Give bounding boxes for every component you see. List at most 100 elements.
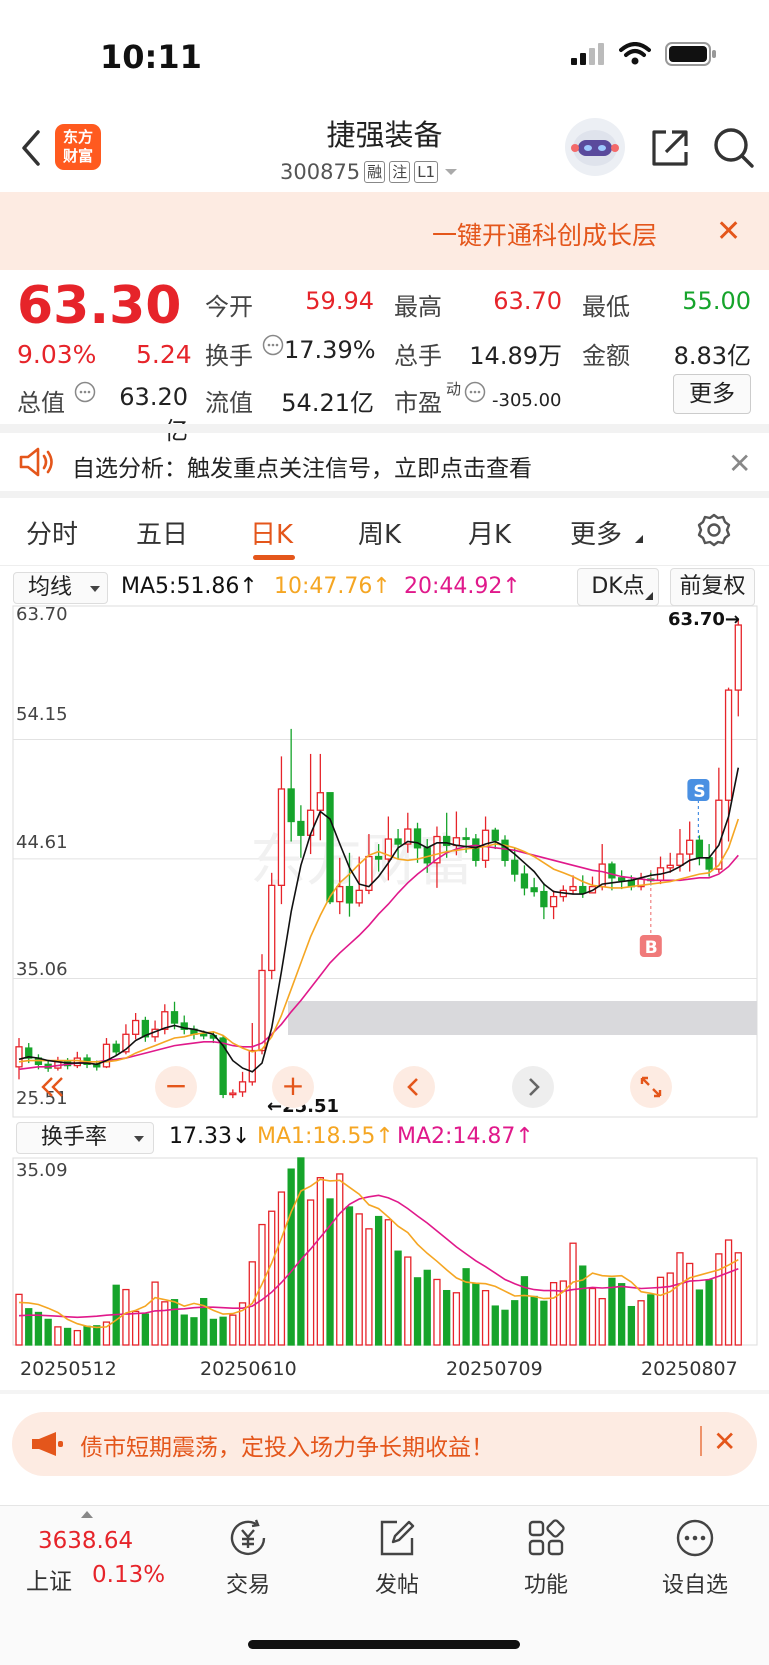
close-icon[interactable]: ✕ xyxy=(728,447,751,480)
stock-code: 300875 xyxy=(280,160,361,184)
candle-body-up xyxy=(569,885,577,892)
turnover-bar xyxy=(666,1272,674,1346)
status-icons xyxy=(571,42,717,66)
divider xyxy=(700,1426,702,1456)
turnover-bar xyxy=(413,1277,422,1346)
nav-trade[interactable]: 交易 xyxy=(193,1515,303,1599)
candle-body-down xyxy=(297,820,305,836)
candle xyxy=(229,1089,237,1099)
turnover-bar xyxy=(83,1325,91,1346)
candle-body-down xyxy=(472,838,480,861)
more-button[interactable]: 更多 xyxy=(673,374,751,414)
edit-icon xyxy=(380,1520,415,1556)
turnover-bar xyxy=(452,1292,461,1346)
candle xyxy=(287,728,295,842)
dk-point-button[interactable]: DK点 xyxy=(577,568,659,606)
share-icon[interactable] xyxy=(650,128,690,168)
mktcap-label: 总值 xyxy=(17,389,65,417)
caret-down-icon xyxy=(134,1136,144,1142)
double-chevron-left-icon[interactable] xyxy=(40,1076,66,1098)
turnover-bar xyxy=(287,1168,295,1346)
search-icon[interactable] xyxy=(712,126,756,170)
indicator-select[interactable]: 均线 xyxy=(13,572,108,604)
turnover-bar xyxy=(686,1262,694,1346)
promo-banner-text[interactable]: 一键开通科创成长层 xyxy=(432,216,692,252)
candle-body-down xyxy=(501,839,509,861)
chevron-left-icon xyxy=(407,1078,418,1096)
close-icon[interactable]: ✕ xyxy=(716,214,741,249)
candle xyxy=(258,954,266,1055)
amount-label: 金额 xyxy=(582,342,630,370)
forward-adjust-button[interactable]: 前复权 xyxy=(670,568,755,606)
info-icon[interactable] xyxy=(464,381,486,403)
nav-add-watchlist[interactable]: 设自选 xyxy=(640,1515,750,1599)
candle-body-down xyxy=(520,873,529,889)
float-value: 54.21亿 xyxy=(281,389,374,417)
turnover-bar xyxy=(511,1300,519,1346)
index-value[interactable]: 3638.64 xyxy=(38,1528,133,1554)
battery-icon xyxy=(665,42,716,66)
turnover-ma1-legend: MA1:18.55↑ xyxy=(257,1124,394,1149)
turnover-bar xyxy=(151,1281,159,1346)
tab-more[interactable]: 更多 xyxy=(570,514,622,551)
assistant-robot-icon[interactable] xyxy=(565,118,625,176)
divider xyxy=(0,565,769,566)
analysis-banner-text[interactable]: 自选分析：触发重点关注信号，立即点击查看 xyxy=(72,449,532,483)
candle-body-up xyxy=(355,889,363,904)
grid-icon xyxy=(528,1519,565,1556)
open-label: 今开 xyxy=(205,293,253,321)
candle xyxy=(316,753,324,841)
candle-body-down xyxy=(540,890,548,908)
sub-indicator-select[interactable]: 换手率 xyxy=(16,1122,154,1154)
scroll-left-button[interactable] xyxy=(393,1066,435,1108)
tab-five-day[interactable]: 五日 xyxy=(136,514,188,551)
candle-body-down xyxy=(287,788,295,823)
zoom-out-button[interactable]: − xyxy=(155,1066,197,1108)
kline-chart[interactable]: 东方财富63.7054.1544.6135.0625.5163.70→←25.5… xyxy=(0,604,769,1394)
caret-down-icon xyxy=(90,586,100,592)
turnover-bar xyxy=(219,1316,227,1346)
candle-body-up xyxy=(268,884,276,972)
turnover-legend: 17.33↓ xyxy=(169,1124,251,1149)
nav-functions[interactable]: 功能 xyxy=(491,1515,601,1599)
tab-minute[interactable]: 分时 xyxy=(26,514,78,551)
candle-body-down xyxy=(413,828,422,849)
pe-label: 市盈 xyxy=(394,389,442,417)
settings-icon[interactable] xyxy=(697,513,731,547)
info-icon[interactable] xyxy=(74,381,96,403)
stock-code-row[interactable]: 300875 融 注 L1 xyxy=(280,160,460,184)
tab-monthly-k[interactable]: 月K xyxy=(468,514,511,551)
turnover-bar xyxy=(481,1289,490,1346)
index-percent[interactable]: 0.13% xyxy=(92,1562,165,1588)
candle-body-up xyxy=(686,839,694,855)
turnover-bar xyxy=(530,1295,538,1346)
volume-value: 14.89万 xyxy=(469,342,562,370)
turnover-bar xyxy=(637,1300,645,1346)
candle xyxy=(102,1038,111,1069)
price-axis-label: 63.70 xyxy=(16,604,68,625)
candle-body-up xyxy=(15,1046,23,1068)
turnover-bar xyxy=(54,1326,62,1346)
tab-weekly-k[interactable]: 周K xyxy=(358,514,401,551)
turnover-bar xyxy=(336,1173,344,1346)
fullscreen-button[interactable] xyxy=(630,1066,672,1108)
zoom-in-button[interactable]: + xyxy=(272,1066,314,1108)
ad-text[interactable]: 债市短期震荡，定投入场力争长期收益！ xyxy=(80,1428,494,1462)
turnover-bar xyxy=(394,1250,402,1346)
candle xyxy=(617,870,626,890)
turnover-bar xyxy=(345,1206,354,1346)
candle xyxy=(686,821,694,872)
tab-daily-k[interactable]: 日K xyxy=(250,514,293,551)
info-icon[interactable] xyxy=(262,334,284,356)
candle-body-up xyxy=(676,853,684,866)
nav-post[interactable]: 发帖 xyxy=(342,1515,452,1599)
ma5-legend: MA5:51.86↑ xyxy=(121,574,258,599)
caret-icon xyxy=(645,592,653,600)
scroll-right-button[interactable] xyxy=(512,1066,554,1108)
price-axis-label: 35.06 xyxy=(16,959,68,980)
close-icon[interactable]: ✕ xyxy=(713,1425,736,1458)
turnover-bar xyxy=(44,1318,52,1346)
candle-body-up xyxy=(734,624,742,691)
index-name[interactable]: 上证 xyxy=(26,1562,72,1596)
candle-body-up xyxy=(666,864,674,869)
